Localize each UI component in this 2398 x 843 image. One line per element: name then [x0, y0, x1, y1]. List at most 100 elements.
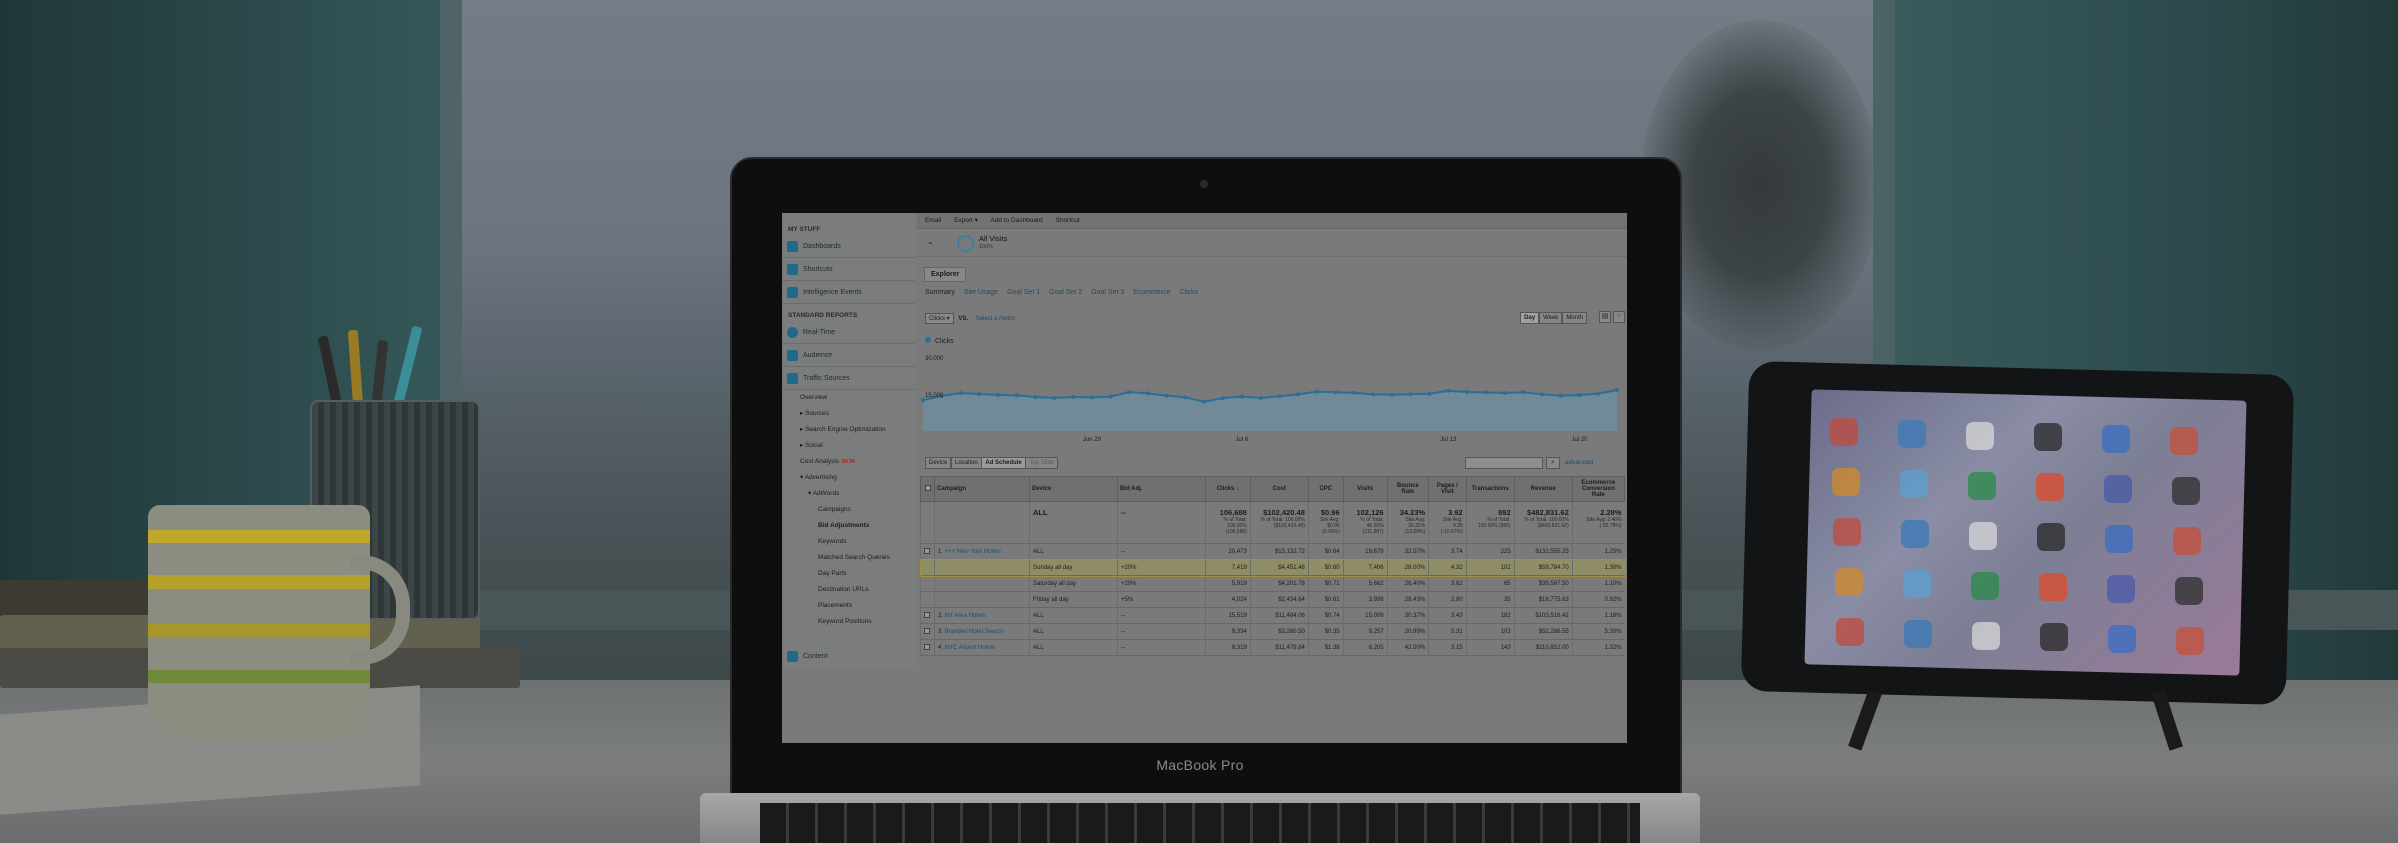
sidebar-item-traffic-sources[interactable]: Traffic Sources: [782, 367, 915, 390]
adwords-item-day-parts[interactable]: Day Parts: [818, 566, 915, 582]
chart-point[interactable]: [1596, 391, 1601, 396]
chart-point[interactable]: [1108, 394, 1113, 399]
chart-point[interactable]: [1127, 390, 1132, 394]
submenu-adwords[interactable]: ▾ AdWords: [800, 486, 915, 502]
submenu-sources[interactable]: ▸ Sources: [800, 406, 915, 422]
submenu-seo[interactable]: ▸ Search Engine Optimization: [800, 422, 915, 438]
sidebar-item-content[interactable]: Content: [782, 645, 915, 669]
chart-point[interactable]: [1146, 391, 1151, 396]
chart-point[interactable]: [1615, 388, 1619, 392]
tab-device[interactable]: Device: [925, 457, 952, 469]
sidebar-item-intelligence-events[interactable]: Intelligence Events: [782, 281, 915, 304]
subtab-summary[interactable]: Summary: [925, 289, 955, 296]
motion-chart-icon[interactable]: ⁘: [1613, 311, 1625, 323]
period-month-button[interactable]: Month: [1562, 312, 1587, 324]
chart-point[interactable]: [1033, 395, 1038, 399]
row-checkbox-cell[interactable]: [920, 591, 935, 608]
submenu-cost-analysis[interactable]: Cost Analysis BETA: [800, 454, 915, 470]
chart-point[interactable]: [1464, 390, 1469, 394]
submenu-social[interactable]: ▸ Social: [800, 438, 915, 454]
table-row[interactable]: Friday all day +5% 4,024 $2,434.64 $0.61 3,99…: [920, 591, 1625, 608]
chart-point[interactable]: [1314, 389, 1319, 394]
checkbox[interactable]: [924, 485, 931, 491]
search-icon[interactable]: ⌕: [1546, 457, 1560, 469]
chart-point[interactable]: [1221, 396, 1226, 400]
col-bid-adj[interactable]: Bid Adj.: [1117, 476, 1206, 502]
chart-point[interactable]: [958, 391, 963, 395]
subtab-goal-set-3[interactable]: Goal Set 3: [1091, 289, 1124, 296]
chart-point[interactable]: [1577, 393, 1582, 397]
table-row[interactable]: 1. +++ New York Hotels ALL -- 20,473 $13,132…: [920, 543, 1625, 560]
row-checkbox-cell[interactable]: [920, 575, 935, 592]
tab-location[interactable]: Location: [951, 457, 982, 469]
col-clicks[interactable]: Clicks ↓: [1205, 476, 1251, 502]
chart-point[interactable]: [1446, 388, 1451, 393]
row-checkbox-cell[interactable]: [920, 607, 935, 624]
row-checkbox-cell[interactable]: [920, 543, 935, 560]
chart-point[interactable]: [1296, 392, 1301, 397]
col-bounce-rate[interactable]: Bounce Rate: [1386, 476, 1430, 502]
chart-point[interactable]: [1239, 394, 1244, 399]
chart-point[interactable]: [996, 393, 1000, 397]
period-week-button[interactable]: Week: [1539, 312, 1563, 324]
chart-point[interactable]: [1483, 390, 1488, 395]
chart-point[interactable]: [977, 392, 982, 396]
shortcut-button[interactable]: Shortcut: [1056, 217, 1080, 224]
chart-point[interactable]: [1052, 396, 1057, 400]
chart-point[interactable]: [1202, 399, 1207, 404]
checkbox[interactable]: [924, 611, 930, 618]
chart-point[interactable]: [1258, 396, 1263, 400]
col-device[interactable]: Device: [1029, 476, 1118, 502]
table-row[interactable]: Saturday all day +20% 5,919 $4,201.78 $0.71 5…: [920, 575, 1625, 592]
subtab-clicks[interactable]: Clicks: [1180, 289, 1199, 296]
chart-point[interactable]: [1183, 395, 1188, 400]
sidebar-item-shortcuts[interactable]: Shortcuts: [782, 258, 915, 281]
metric-dropdown[interactable]: Clicks ▾: [925, 313, 954, 324]
row-checkbox-cell[interactable]: [920, 639, 935, 656]
table-row[interactable]: 3. Branded Hotel Search ALL -- 9,334 $3,260.…: [920, 623, 1625, 640]
adwords-item-bid-adjustments[interactable]: Bid Adjustments: [818, 518, 915, 534]
chart-point[interactable]: [1371, 392, 1376, 397]
add-to-dashboard-button[interactable]: Add to Dashboard: [990, 217, 1042, 224]
adwords-item-keyword-positions[interactable]: Keyword Positions: [818, 614, 915, 630]
email-button[interactable]: Email: [925, 217, 941, 224]
chart-point[interactable]: [1558, 393, 1563, 398]
advanced-filter-link[interactable]: advanced: [1565, 459, 1593, 466]
chart-point[interactable]: [1427, 391, 1432, 396]
sidebar-item-dashboards[interactable]: Dashboards: [782, 235, 915, 258]
checkbox[interactable]: [924, 627, 930, 634]
segment-label[interactable]: All Visits: [979, 234, 1007, 243]
chart-point[interactable]: [1408, 392, 1413, 397]
tab-top-slots[interactable]: Top Slots: [1025, 457, 1059, 469]
line-chart-icon[interactable]: ▤: [1599, 311, 1611, 323]
chart-point[interactable]: [1389, 392, 1394, 397]
submenu-overview[interactable]: Overview: [800, 390, 915, 406]
col-ecommerce-conversion-rate[interactable]: Ecommerce Conversion Rate: [1571, 476, 1626, 502]
chart-point[interactable]: [1502, 391, 1507, 395]
col-visits[interactable]: Visits: [1342, 476, 1388, 502]
col-cpc[interactable]: CPC: [1307, 476, 1344, 502]
chart-point[interactable]: [1277, 394, 1282, 399]
checkbox[interactable]: [924, 643, 930, 650]
chevron-down-icon[interactable]: ⌄: [927, 237, 934, 246]
subtab-ecommerce[interactable]: Ecommerce: [1133, 289, 1170, 296]
table-search-input[interactable]: [1465, 457, 1543, 469]
adwords-item-placements[interactable]: Placements: [818, 598, 915, 614]
chart-point[interactable]: [1071, 395, 1076, 399]
adwords-item-matched-search-queries[interactable]: Matched Search Queries: [818, 550, 915, 566]
checkbox[interactable]: [924, 547, 930, 554]
adwords-item-destination-urls[interactable]: Destination URLs: [818, 582, 915, 598]
tab-explorer[interactable]: Explorer: [924, 267, 967, 282]
campaign-link[interactable]: Branded Hotel Search: [945, 629, 1004, 635]
period-day-button[interactable]: Day: [1520, 312, 1540, 324]
export-button[interactable]: Export ▾: [954, 217, 978, 224]
row-checkbox-cell[interactable]: [920, 623, 935, 640]
col-campaign[interactable]: Campaign: [934, 476, 1030, 502]
adwords-item-campaigns[interactable]: Campaigns: [818, 502, 915, 518]
chart-point[interactable]: [1540, 392, 1544, 397]
sidebar-item-real-time[interactable]: Real-Time: [782, 321, 915, 344]
chart-point[interactable]: [1333, 390, 1338, 395]
chart-point[interactable]: [1164, 393, 1169, 398]
col-pages-visit[interactable]: Pages / Visit: [1428, 476, 1467, 502]
sidebar-item-audience[interactable]: Audience: [782, 344, 915, 367]
